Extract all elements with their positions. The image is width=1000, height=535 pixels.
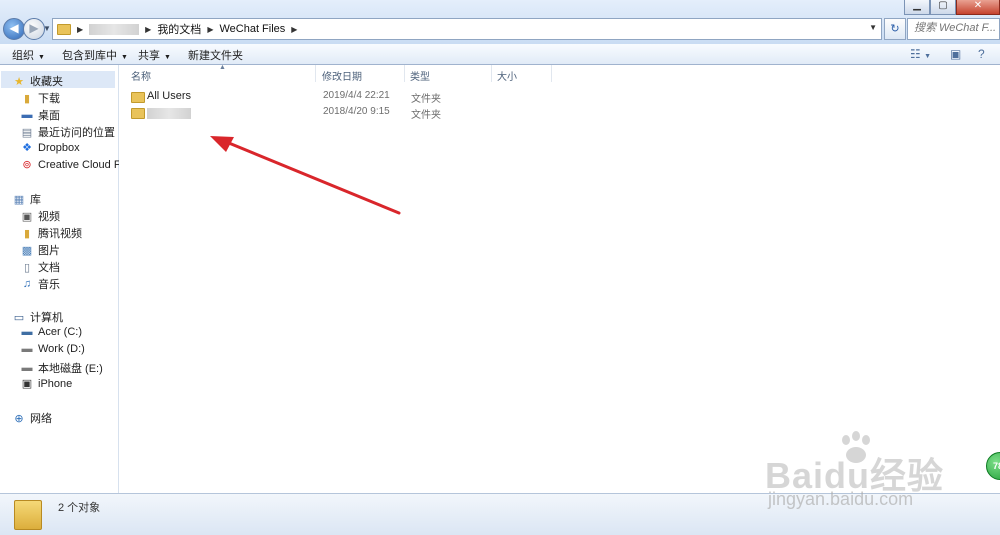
folder-large-icon xyxy=(14,500,42,530)
item-count: 2 个对象 xyxy=(58,502,101,514)
watermark-url: jingyan.baidu.com xyxy=(768,489,914,509)
arrow-shaft xyxy=(222,139,401,215)
